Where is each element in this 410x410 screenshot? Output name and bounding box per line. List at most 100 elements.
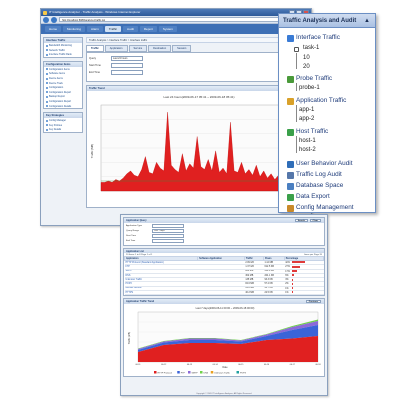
legend-swatch [200, 370, 203, 374]
percentage-value: 2% [285, 283, 289, 286]
bottom-application-window: Application Query Search Clear Applicati… [120, 214, 328, 396]
tree-node[interactable]: Traffic Log Audit [296, 171, 342, 178]
tree-node[interactable]: host-2 [299, 147, 316, 153]
percentage-value: 1% [285, 292, 289, 295]
collapse-box-icon[interactable] [294, 47, 299, 52]
percentage-value: 42% [285, 261, 290, 264]
breadcrumb: Traffic Analysis > Interface Traffic > I… [86, 37, 308, 43]
config-icon [287, 205, 294, 212]
menu-item-monitoring[interactable]: Monitoring [63, 26, 86, 32]
tree-node[interactable]: 20 [303, 64, 310, 70]
probe-icon [287, 76, 294, 83]
form-label: Start Time [126, 235, 136, 237]
flows-cell: 22.5 KB [263, 290, 285, 296]
previous-button[interactable]: Previous [305, 299, 321, 304]
menu-item-report[interactable]: Report [139, 26, 157, 32]
percentage-value: 1% [285, 287, 289, 290]
tree-node[interactable]: task-1 [303, 45, 319, 51]
host-icon [287, 129, 294, 136]
window-titlebar: IT Intelligence Analyzer - Traffic Analy… [41, 9, 311, 16]
search-button[interactable]: Search [294, 218, 308, 222]
sidebar-item[interactable]: Configuration Details [44, 104, 82, 109]
form-field[interactable]: Last 7 days [152, 229, 184, 233]
tree-node[interactable]: Interface Traffic [296, 34, 340, 41]
tree-node[interactable]: Data Export [296, 193, 330, 200]
tree-node[interactable]: User Behavior Audit [296, 160, 352, 167]
table-row[interactable]: HTTPS 40.2 MB 22.5 KB 1% [124, 290, 324, 296]
application-list-panel: Application List 20 Items 1 to 8 Page 1 … [123, 247, 325, 297]
tree-node[interactable]: Database Space [296, 182, 343, 189]
list-panel-title: Application List [124, 248, 324, 253]
form-row: Start Time [89, 62, 305, 69]
form-field[interactable]: Last 24 hours [111, 56, 143, 61]
tree-node[interactable]: probe-1 [299, 85, 320, 91]
percentage-bar [292, 278, 294, 281]
percentage-bar [292, 261, 305, 264]
sidebar-panel: Configuration Items Configuration Items So… [43, 60, 83, 110]
x-tick-label: 06-14 [213, 364, 219, 366]
sidebar-item[interactable]: Interface Traffic Rank [44, 52, 82, 57]
percentage-value: 6% [285, 274, 289, 277]
legend-swatch [236, 370, 239, 374]
form-label: Query [89, 57, 97, 60]
chart-caption: Last 24 hours(2009-06-17 05:41 ~ 2009-06… [164, 95, 235, 99]
items-per-page[interactable]: Items per Page 20 [304, 254, 322, 256]
tree-node[interactable]: host-1 [299, 138, 316, 144]
tab-traffic[interactable]: Traffic [86, 45, 104, 52]
tab-service[interactable]: Service [128, 45, 148, 52]
menu-item-traffic[interactable]: Traffic [104, 26, 122, 32]
tab-application[interactable]: Application [104, 45, 128, 52]
legend-label[interactable]: SMTP [192, 372, 199, 374]
tab-destination[interactable]: Destination [148, 45, 172, 52]
tree-node[interactable]: app-1 [299, 107, 314, 113]
legend-label[interactable]: HTTP Protocol [158, 371, 173, 374]
tab-strip: Traffic Application Service Destination Sess… [86, 45, 308, 52]
tree-connector [296, 53, 297, 69]
menu-item-system[interactable]: System [158, 26, 177, 32]
chevron-up-icon[interactable]: ▲ [363, 17, 371, 25]
menu-item-alarm[interactable]: Alarm [87, 26, 103, 32]
forward-icon[interactable] [51, 16, 57, 23]
application-link[interactable]: HTTPS [124, 290, 198, 296]
back-icon[interactable] [43, 16, 49, 23]
x-tick-label: 06-16 [264, 364, 270, 366]
form-field[interactable] [152, 224, 184, 228]
tree-node[interactable]: 10 [303, 55, 310, 61]
tab-session[interactable]: Session [172, 45, 192, 52]
tree-node[interactable]: Config Management [296, 204, 354, 211]
form-field[interactable] [111, 63, 143, 68]
sidebar-item[interactable]: Key Details [44, 127, 82, 132]
tree-node[interactable]: Application Traffic [296, 97, 346, 104]
tree-node[interactable]: Host Traffic [296, 128, 328, 135]
legend-swatch [177, 370, 180, 374]
legend-swatch [188, 370, 191, 374]
url-field[interactable]: http://localhost:8080/analyzer/traffic.j… [59, 17, 309, 22]
form-label: End Time [126, 240, 136, 242]
tree-connector [296, 136, 297, 153]
form-field[interactable] [152, 239, 184, 243]
x-tick-label: 06-17 [290, 364, 296, 366]
main-menu-bar: Home Monitoring Alarm Traffic Audit Report Sys… [41, 24, 311, 34]
log-audit-icon [287, 172, 294, 179]
percentage-bar [292, 274, 295, 277]
form-field[interactable] [111, 70, 143, 75]
user-behavior-icon [287, 161, 294, 168]
tree-node[interactable]: app-2 [299, 116, 314, 122]
database-icon [287, 183, 294, 190]
legend-label[interactable]: DNS [204, 372, 209, 374]
query-panel-title: Application Query Search Clear [124, 218, 324, 223]
menu-item-home[interactable]: Home [45, 26, 62, 32]
tree-header[interactable]: Traffic Analysis and Audit ▲ [279, 14, 375, 28]
form-row: End Time [126, 239, 322, 244]
tree-node[interactable]: Probe Traffic [296, 75, 332, 82]
percentage-value: 27% [285, 266, 290, 269]
legend-label[interactable]: FTP [181, 372, 186, 374]
application-icon [287, 98, 294, 105]
menu-item-audit[interactable]: Audit [123, 26, 138, 32]
form-label: Start Time [89, 64, 101, 67]
form-field[interactable] [152, 234, 184, 238]
legend-label[interactable]: POP3 [240, 372, 247, 374]
copyright-footer: Copyright © 2009 IT Intelligence Analyze… [196, 392, 252, 395]
legend-label[interactable]: Unknown Traffic [214, 371, 231, 374]
clear-button[interactable]: Clear [309, 218, 321, 222]
